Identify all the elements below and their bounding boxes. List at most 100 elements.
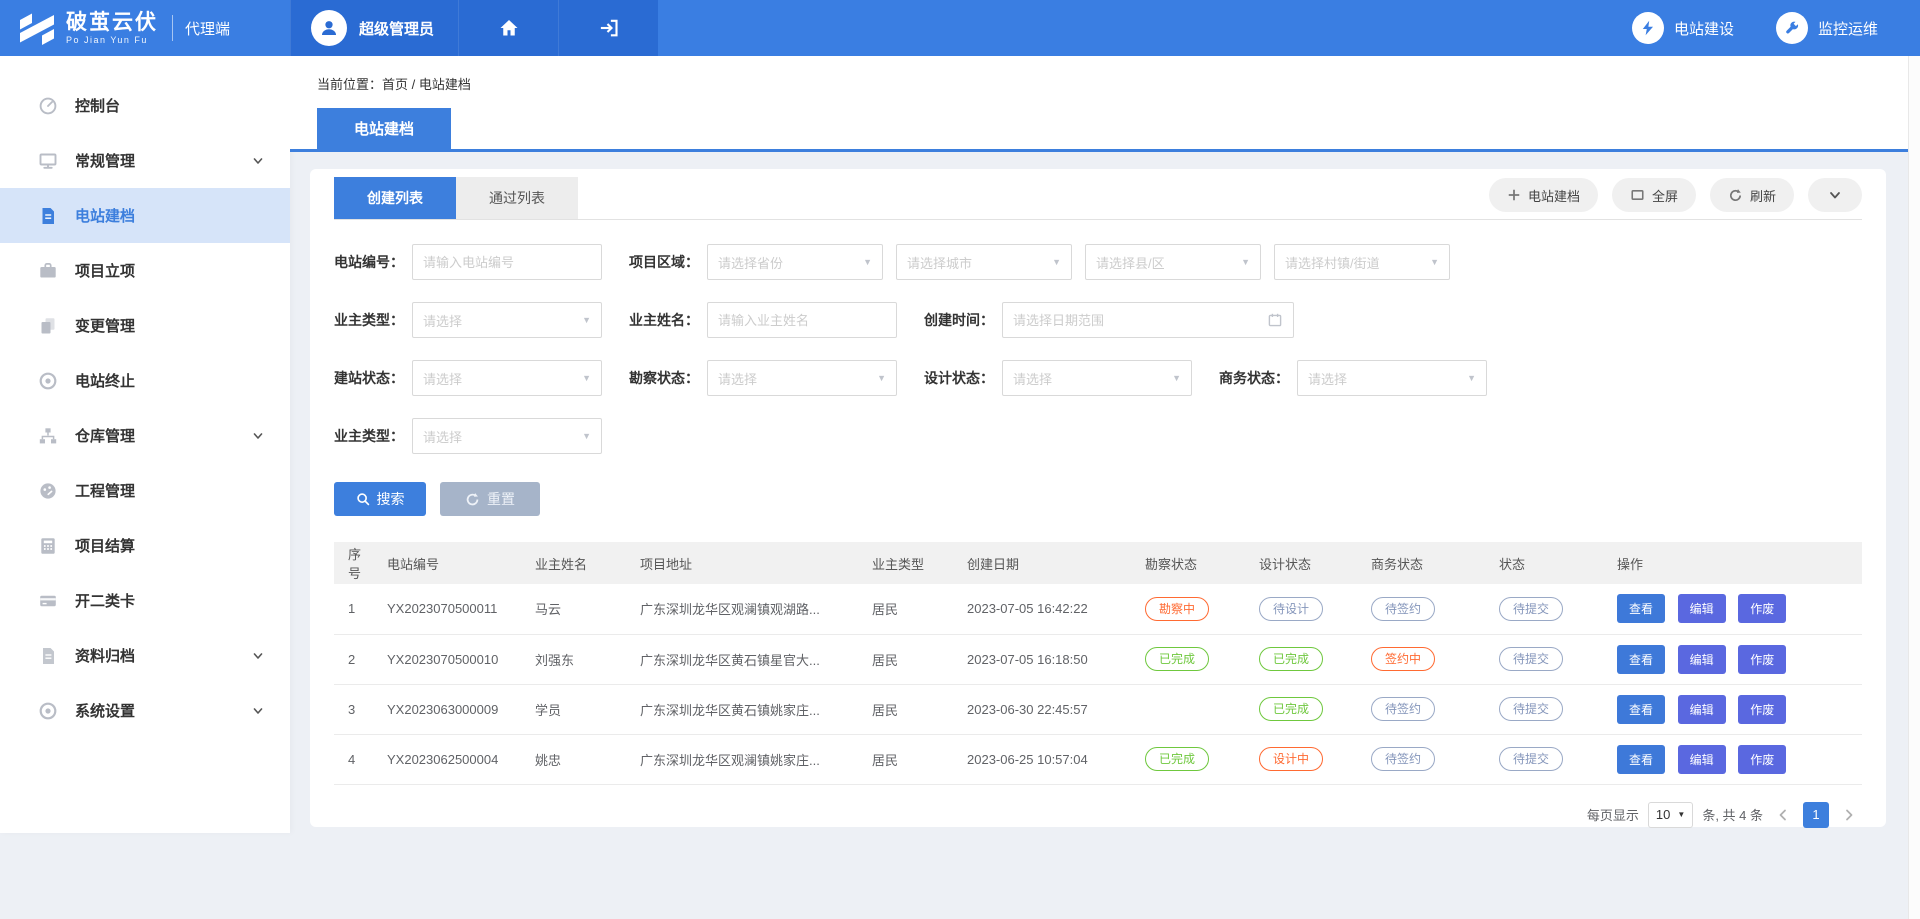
nav-monitor-ops[interactable]: 监控运维 (1776, 0, 1878, 56)
date-range-input[interactable] (1013, 313, 1267, 328)
void-button[interactable]: 作废 (1738, 695, 1786, 724)
user-name: 超级管理员 (359, 18, 434, 39)
table-row: 4 YX2023062500004 姚忠 广东深圳龙华区观澜镇姚家庄... 居民… (334, 734, 1862, 784)
sidebar-item-project-initiation[interactable]: 项目立项 (0, 243, 290, 298)
fullscreen-icon (1630, 188, 1645, 202)
collapse-toolbar-button[interactable] (1808, 178, 1862, 212)
fullscreen-button[interactable]: 全屏 (1612, 178, 1696, 212)
owner-type-select[interactable]: 请选择 ▼ (412, 302, 602, 338)
view-button[interactable]: 查看 (1617, 745, 1665, 774)
page-number-button[interactable]: 1 (1803, 802, 1829, 828)
province-select[interactable]: 请选择省份 ▼ (707, 244, 883, 280)
void-button[interactable]: 作废 (1738, 645, 1786, 674)
refresh-button[interactable]: 刷新 (1710, 178, 1794, 212)
app-subtitle: Po Jian Yun Fu (66, 35, 158, 45)
sidebar-item-station-archive[interactable]: 电站建档 (0, 188, 290, 243)
nav-station-build[interactable]: 电站建设 (1632, 0, 1734, 56)
prev-page-button[interactable] (1772, 802, 1794, 828)
status-badge: 已完成 (1145, 747, 1209, 771)
logout-icon (599, 18, 619, 38)
breadcrumb-separator: / (408, 77, 419, 92)
target-icon (38, 371, 58, 391)
reset-icon (465, 492, 480, 507)
table-row: 1 YX2023070500011 马云 广东深圳龙华区观澜镇观湖路... 居民… (334, 584, 1862, 634)
status-badge: 待提交 (1499, 647, 1563, 671)
plus-icon (1507, 188, 1521, 202)
sidebar-item-warehouse-mgmt[interactable]: 仓库管理 (0, 408, 290, 463)
owner-name-label: 业主姓名： (629, 310, 699, 330)
void-button[interactable]: 作废 (1738, 745, 1786, 774)
status-badge: 待签约 (1371, 747, 1435, 771)
sidebar-item-change-mgmt[interactable]: 变更管理 (0, 298, 290, 353)
archive-icon (38, 646, 58, 666)
chevron-down-icon (252, 705, 264, 717)
sidebar-item-general-mgmt[interactable]: 常规管理 (0, 133, 290, 188)
reset-button[interactable]: 重置 (440, 482, 540, 516)
survey-status-select[interactable]: 请选择 ▼ (707, 360, 897, 396)
sidebar-item-engineering-mgmt[interactable]: 工程管理 (0, 463, 290, 518)
sidebar-item-project-settlement[interactable]: 项目结算 (0, 518, 290, 573)
sidebar-item-station-termination[interactable]: 电站终止 (0, 353, 290, 408)
sidebar-item-data-archive[interactable]: 资料归档 (0, 628, 290, 683)
breadcrumb-prefix: 当前位置： (317, 77, 382, 92)
app-header: 破茧云伏 Po Jian Yun Fu 代理端 超级管理员 (0, 0, 1920, 56)
status-badge: 待设计 (1259, 597, 1323, 621)
town-select[interactable]: 请选择村镇/街道 ▼ (1274, 244, 1450, 280)
tab-create-list[interactable]: 创建列表 (334, 177, 456, 219)
monitor-icon (38, 151, 58, 171)
create-station-button[interactable]: 电站建档 (1489, 178, 1598, 212)
logo-icon (18, 11, 56, 45)
logout-button[interactable] (558, 0, 658, 56)
edit-button[interactable]: 编辑 (1678, 695, 1726, 724)
avatar (311, 10, 347, 46)
build-status-select[interactable]: 请选择 ▼ (412, 360, 602, 396)
col-code: 电站编号 (379, 542, 527, 584)
design-status-select[interactable]: 请选择 ▼ (1002, 360, 1192, 396)
view-button[interactable]: 查看 (1617, 594, 1665, 623)
page-tab-station-archive[interactable]: 电站建档 (317, 108, 451, 149)
home-button[interactable] (458, 0, 558, 56)
sidebar-item-system-settings[interactable]: 系统设置 (0, 683, 290, 738)
county-select[interactable]: 请选择县/区 ▼ (1085, 244, 1261, 280)
edit-button[interactable]: 编辑 (1678, 594, 1726, 623)
caret-down-icon: ▼ (1241, 257, 1250, 267)
scrollbar[interactable] (1908, 56, 1920, 919)
caret-down-icon: ▼ (1172, 373, 1181, 383)
user-menu[interactable]: 超级管理员 (290, 0, 458, 56)
search-button[interactable]: 搜索 (334, 482, 426, 516)
breadcrumb-home[interactable]: 首页 (382, 77, 408, 92)
station-code-input[interactable] (423, 255, 591, 270)
table-row: 3 YX2023063000009 学员 广东深圳龙华区黄石镇姚家庄... 居民… (334, 684, 1862, 734)
void-button[interactable]: 作废 (1738, 594, 1786, 623)
owner-name-input[interactable] (718, 313, 886, 328)
city-select[interactable]: 请选择城市 ▼ (896, 244, 1072, 280)
next-page-button[interactable] (1838, 802, 1860, 828)
edit-button[interactable]: 编辑 (1678, 645, 1726, 674)
status-badge: 已完成 (1145, 647, 1209, 671)
station-table: 序号 电站编号 业主姓名 项目地址 业主类型 创建日期 勘察状态 设计状态 商务… (334, 542, 1862, 785)
main-panel: 创建列表 通过列表 电站建档 全屏 刷新 (310, 169, 1886, 827)
breadcrumb: 当前位置：首页 / 电站建档 (290, 56, 1920, 108)
tab-passed-list[interactable]: 通过列表 (456, 177, 578, 219)
date-range-picker[interactable] (1002, 302, 1294, 338)
owner-type2-select[interactable]: 请选择 ▼ (412, 418, 602, 454)
view-button[interactable]: 查看 (1617, 645, 1665, 674)
logo[interactable]: 破茧云伏 Po Jian Yun Fu 代理端 (0, 0, 290, 56)
calculator-icon (38, 536, 58, 556)
owner-type-label: 业主类型： (334, 310, 404, 330)
business-status-select[interactable]: 请选择 ▼ (1297, 360, 1487, 396)
chevron-right-icon (1842, 808, 1856, 822)
view-button[interactable]: 查看 (1617, 695, 1665, 724)
status-badge: 已完成 (1259, 697, 1323, 721)
per-page-select[interactable]: 10 ▼ (1648, 802, 1693, 828)
create-time-label: 创建时间： (924, 310, 994, 330)
caret-down-icon: ▼ (582, 315, 591, 325)
chevron-down-icon (252, 650, 264, 662)
edit-button[interactable]: 编辑 (1678, 745, 1726, 774)
sidebar-item-type2-card[interactable]: 开二类卡 (0, 573, 290, 628)
build-status-label: 建站状态： (334, 368, 404, 388)
sidebar-item-console[interactable]: 控制台 (0, 78, 290, 133)
search-icon (356, 492, 370, 506)
owner-type2-label: 业主类型： (334, 426, 404, 446)
document-icon (38, 206, 58, 226)
